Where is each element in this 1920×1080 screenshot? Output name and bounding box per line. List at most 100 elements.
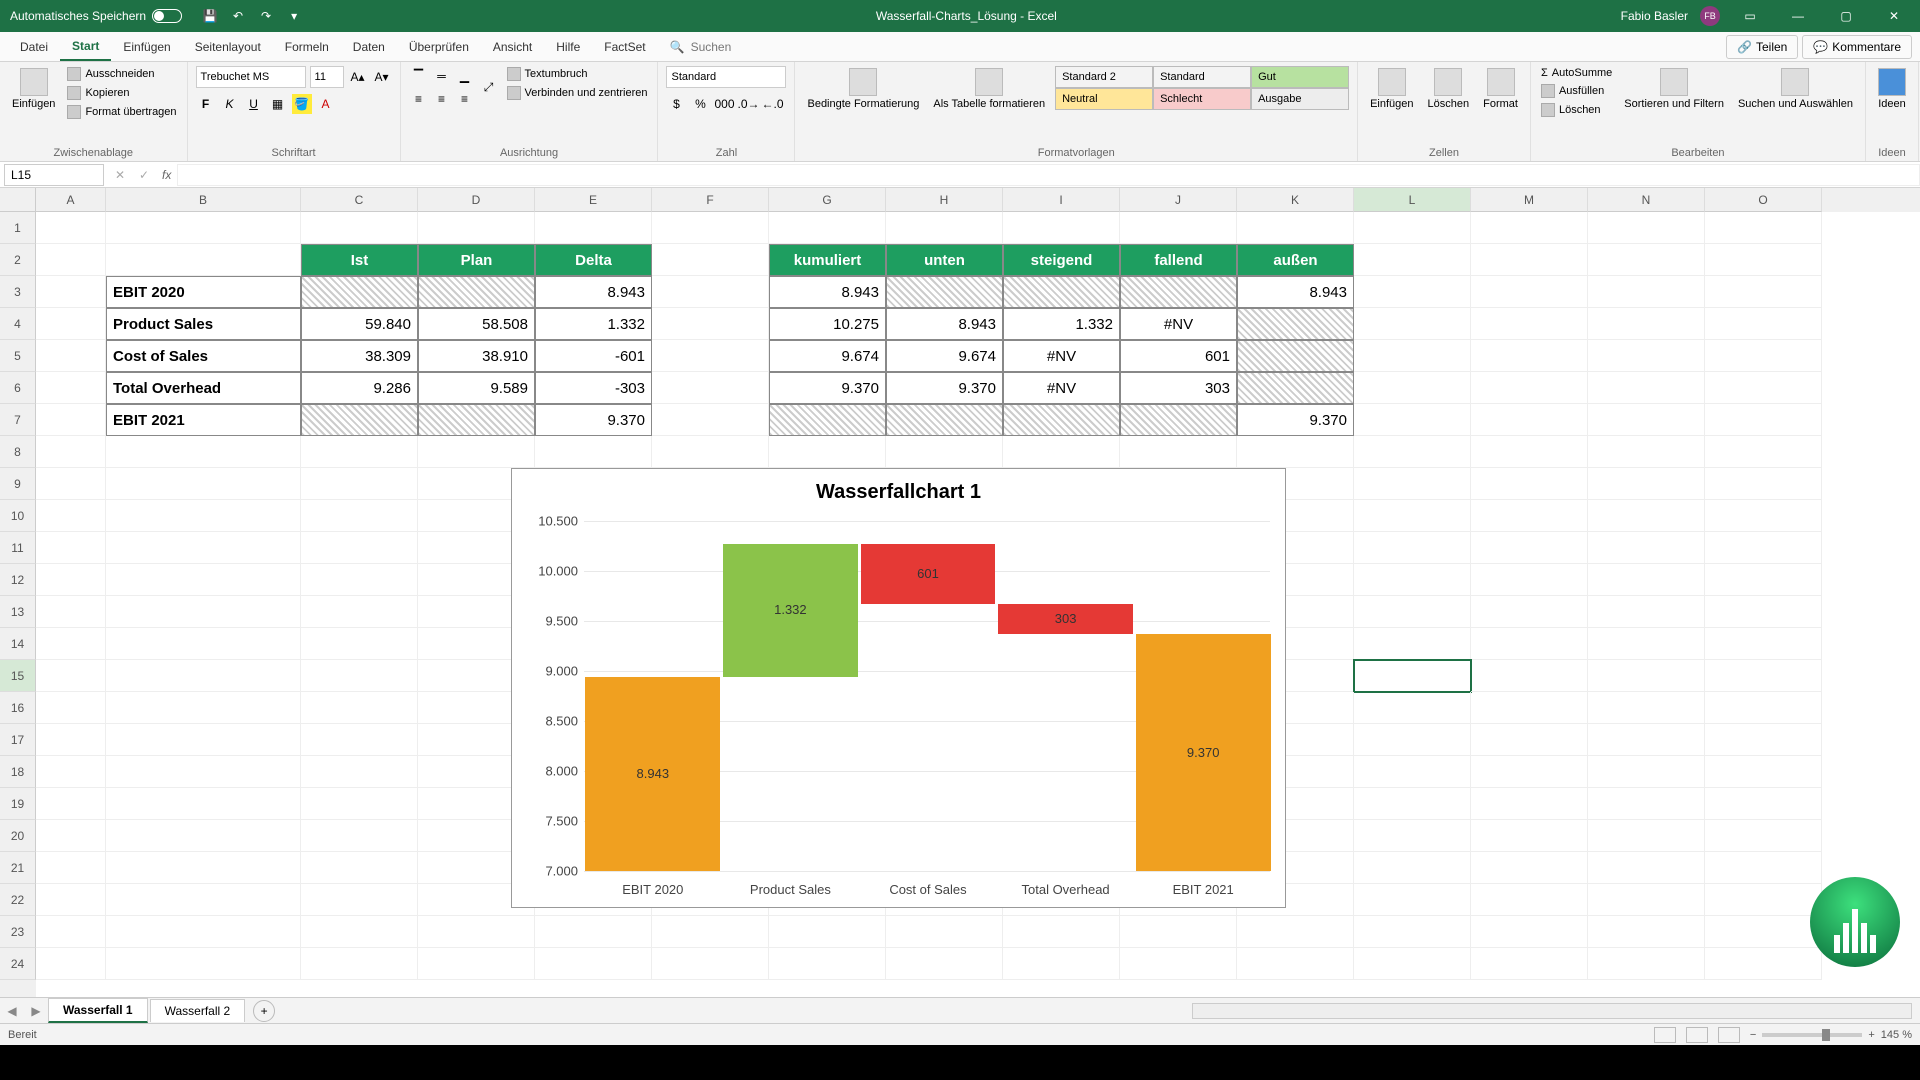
column-header-O[interactable]: O xyxy=(1705,188,1822,212)
cell-B17[interactable] xyxy=(106,724,301,756)
column-header-B[interactable]: B xyxy=(106,188,301,212)
cell-C4[interactable]: 59.840 xyxy=(301,308,418,340)
cell-L5[interactable] xyxy=(1354,340,1471,372)
cell-O17[interactable] xyxy=(1705,724,1822,756)
cell-A10[interactable] xyxy=(36,500,106,532)
cell-G6[interactable]: 9.370 xyxy=(769,372,886,404)
cell-C24[interactable] xyxy=(301,948,418,980)
cell-H23[interactable] xyxy=(886,916,1003,948)
tab-insert[interactable]: Einfügen xyxy=(111,34,182,60)
cell-O6[interactable] xyxy=(1705,372,1822,404)
clear-button[interactable]: Löschen xyxy=(1539,102,1614,118)
cell-I5[interactable]: #NV xyxy=(1003,340,1120,372)
cell-A20[interactable] xyxy=(36,820,106,852)
merge-center-button[interactable]: Verbinden und zentrieren xyxy=(505,85,650,101)
column-header-G[interactable]: G xyxy=(769,188,886,212)
format-cells-button[interactable]: Format xyxy=(1479,66,1522,112)
cell-F23[interactable] xyxy=(652,916,769,948)
cell-J3[interactable] xyxy=(1120,276,1237,308)
cell-O7[interactable] xyxy=(1705,404,1822,436)
orientation-icon[interactable]: ⤢ xyxy=(479,78,499,98)
horizontal-scrollbar[interactable] xyxy=(1192,1003,1912,1019)
cell-L15[interactable] xyxy=(1354,660,1471,692)
border-button[interactable]: ▦ xyxy=(268,94,288,114)
cell-C13[interactable] xyxy=(301,596,418,628)
cell-M19[interactable] xyxy=(1471,788,1588,820)
cell-C8[interactable] xyxy=(301,436,418,468)
cell-B21[interactable] xyxy=(106,852,301,884)
increase-decimal-icon[interactable]: .0→ xyxy=(738,94,758,114)
column-header-K[interactable]: K xyxy=(1237,188,1354,212)
cell-O15[interactable] xyxy=(1705,660,1822,692)
cell-D8[interactable] xyxy=(418,436,535,468)
cell-M5[interactable] xyxy=(1471,340,1588,372)
cell-N21[interactable] xyxy=(1588,852,1705,884)
cell-O14[interactable] xyxy=(1705,628,1822,660)
cell-H5[interactable]: 9.674 xyxy=(886,340,1003,372)
cell-N3[interactable] xyxy=(1588,276,1705,308)
cell-L10[interactable] xyxy=(1354,500,1471,532)
page-layout-view-icon[interactable] xyxy=(1686,1027,1708,1043)
cell-O23[interactable] xyxy=(1705,916,1822,948)
cell-O3[interactable] xyxy=(1705,276,1822,308)
cell-K3[interactable]: 8.943 xyxy=(1237,276,1354,308)
cell-H7[interactable] xyxy=(886,404,1003,436)
cell-M13[interactable] xyxy=(1471,596,1588,628)
undo-icon[interactable]: ↶ xyxy=(230,8,246,24)
page-break-view-icon[interactable] xyxy=(1718,1027,1740,1043)
cell-N20[interactable] xyxy=(1588,820,1705,852)
name-box[interactable]: L15 xyxy=(4,164,104,186)
close-icon[interactable]: ✕ xyxy=(1876,0,1912,32)
cell-K24[interactable] xyxy=(1237,948,1354,980)
align-bottom-icon[interactable]: ▁ xyxy=(455,66,475,86)
cell-B13[interactable] xyxy=(106,596,301,628)
cell-K2[interactable]: außen xyxy=(1237,244,1354,276)
column-header-H[interactable]: H xyxy=(886,188,1003,212)
enter-formula-icon[interactable]: ✓ xyxy=(132,168,156,182)
cell-O12[interactable] xyxy=(1705,564,1822,596)
cell-N5[interactable] xyxy=(1588,340,1705,372)
cell-D5[interactable]: 38.910 xyxy=(418,340,535,372)
cell-N7[interactable] xyxy=(1588,404,1705,436)
cell-N19[interactable] xyxy=(1588,788,1705,820)
prev-sheet-icon[interactable]: ◀ xyxy=(0,1004,24,1018)
cell-E2[interactable]: Delta xyxy=(535,244,652,276)
cell-M4[interactable] xyxy=(1471,308,1588,340)
cell-O22[interactable] xyxy=(1705,884,1822,916)
minimize-icon[interactable]: — xyxy=(1780,0,1816,32)
row-header-21[interactable]: 21 xyxy=(0,852,36,884)
row-header-7[interactable]: 7 xyxy=(0,404,36,436)
cell-G4[interactable]: 10.275 xyxy=(769,308,886,340)
cell-E8[interactable] xyxy=(535,436,652,468)
cell-C7[interactable] xyxy=(301,404,418,436)
cell-J1[interactable] xyxy=(1120,212,1237,244)
cell-N2[interactable] xyxy=(1588,244,1705,276)
cell-L17[interactable] xyxy=(1354,724,1471,756)
cell-G3[interactable]: 8.943 xyxy=(769,276,886,308)
cell-A22[interactable] xyxy=(36,884,106,916)
cell-C5[interactable]: 38.309 xyxy=(301,340,418,372)
row-header-20[interactable]: 20 xyxy=(0,820,36,852)
cell-A11[interactable] xyxy=(36,532,106,564)
cell-N10[interactable] xyxy=(1588,500,1705,532)
cell-L22[interactable] xyxy=(1354,884,1471,916)
cell-A9[interactable] xyxy=(36,468,106,500)
cell-K4[interactable] xyxy=(1237,308,1354,340)
cell-J4[interactable]: #NV xyxy=(1120,308,1237,340)
cell-C6[interactable]: 9.286 xyxy=(301,372,418,404)
normal-view-icon[interactable] xyxy=(1654,1027,1676,1043)
find-select-button[interactable]: Suchen und Auswählen xyxy=(1734,66,1857,112)
cell-A2[interactable] xyxy=(36,244,106,276)
cell-M23[interactable] xyxy=(1471,916,1588,948)
cell-F7[interactable] xyxy=(652,404,769,436)
column-header-E[interactable]: E xyxy=(535,188,652,212)
cell-N22[interactable] xyxy=(1588,884,1705,916)
cell-M16[interactable] xyxy=(1471,692,1588,724)
sheet-tab-2[interactable]: Wasserfall 2 xyxy=(150,999,246,1022)
cell-N18[interactable] xyxy=(1588,756,1705,788)
cell-A18[interactable] xyxy=(36,756,106,788)
cell-B11[interactable] xyxy=(106,532,301,564)
zoom-slider[interactable] xyxy=(1762,1033,1862,1037)
decrease-font-icon[interactable]: A▾ xyxy=(372,67,392,87)
cell-N9[interactable] xyxy=(1588,468,1705,500)
